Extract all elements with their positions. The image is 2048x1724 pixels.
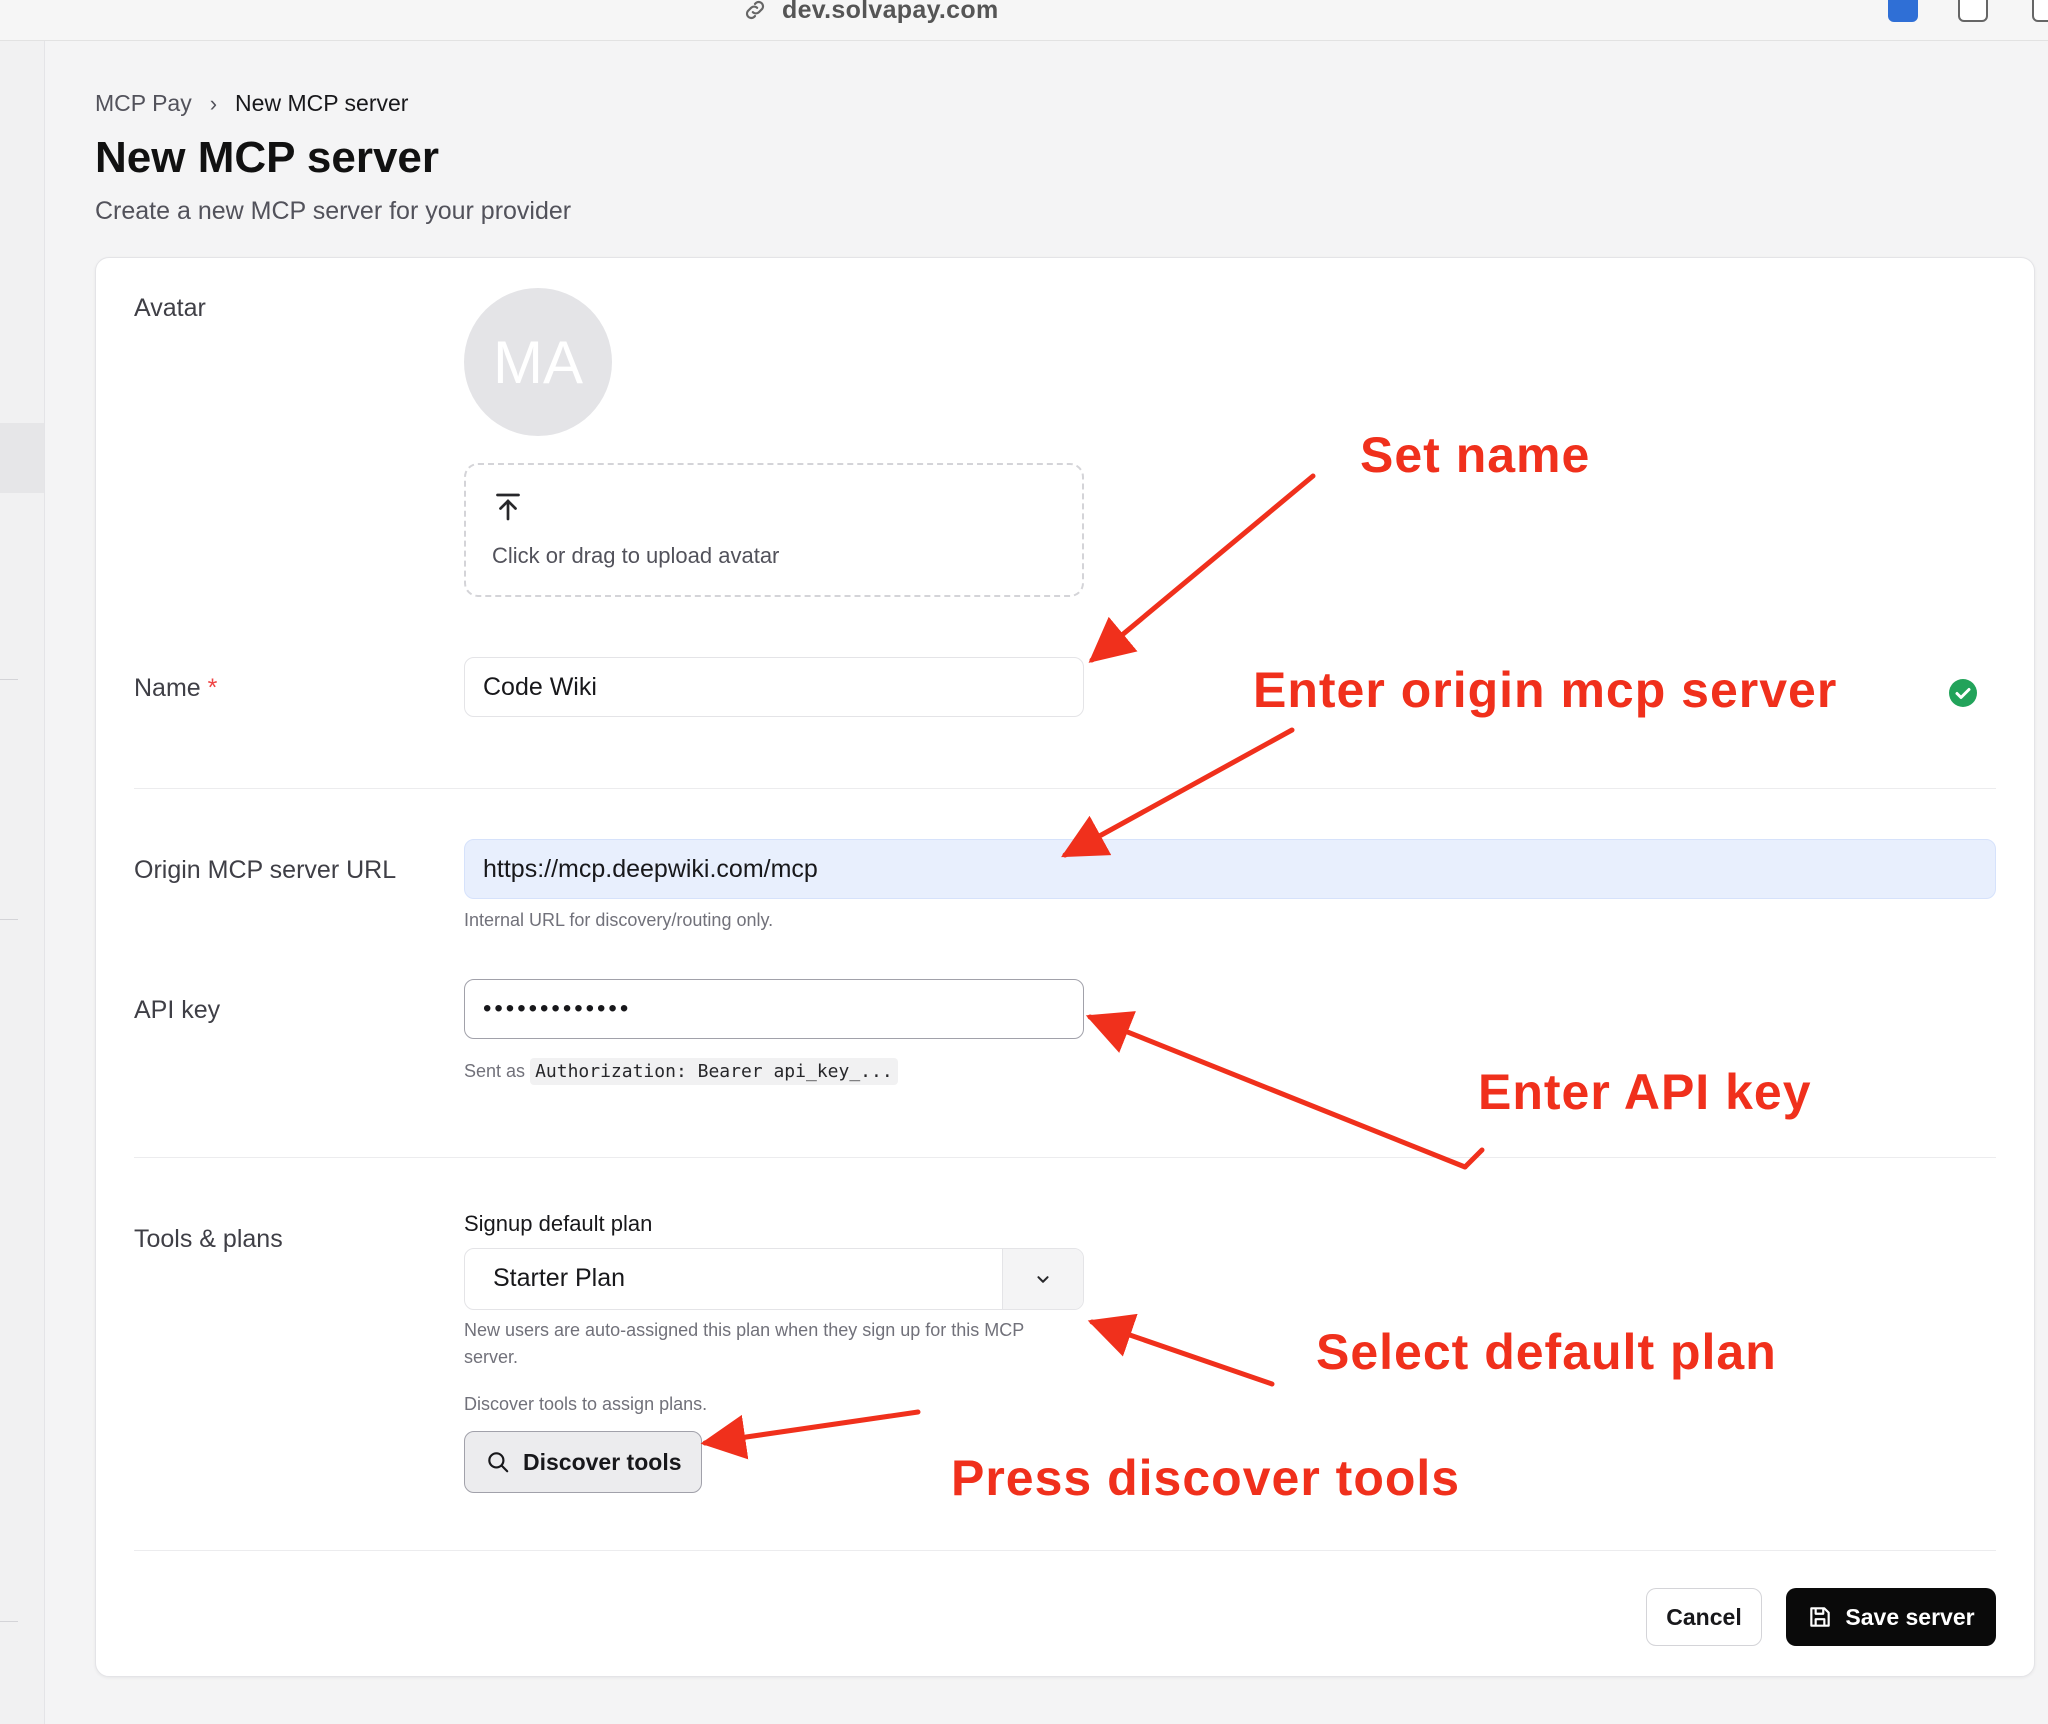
api-key-input[interactable]: ••••••••••••• (464, 979, 1084, 1039)
upload-text: Click or drag to upload avatar (492, 543, 780, 568)
discover-hint: Discover tools to assign plans. (464, 1394, 708, 1414)
required-mark: * (207, 674, 218, 702)
tools-plans-label: Tools & plans (134, 1225, 283, 1253)
breadcrumb-parent[interactable]: MCP Pay (95, 90, 192, 117)
origin-url-input[interactable]: https://mcp.deepwiki.com/mcp (464, 839, 1996, 899)
signup-plan-select[interactable]: Starter Plan (464, 1248, 1084, 1310)
upload-icon (496, 493, 520, 521)
page-title: New MCP server (95, 133, 440, 182)
discover-tools-button[interactable]: Discover tools (464, 1431, 702, 1493)
sidebar-active-item[interactable] (0, 423, 44, 493)
avatar-upload-dropzone[interactable]: Click or drag to upload avatar (464, 463, 1084, 597)
extension-icon[interactable] (1888, 0, 1918, 22)
cancel-label: Cancel (1666, 1603, 1742, 1630)
page-subtitle: Create a new MCP server for your provide… (95, 197, 572, 225)
avatar-initials: MA (493, 328, 583, 396)
section-divider (134, 1157, 1996, 1158)
api-key-hint-code: Authorization: Bearer api_key_... (530, 1058, 898, 1085)
api-key-value: ••••••••••••• (483, 995, 632, 1022)
annotation-enter-origin: Enter origin mcp server (1253, 662, 1838, 718)
address-bar[interactable]: dev.solvapay.com (742, 0, 998, 28)
breadcrumb-current: New MCP server (235, 90, 409, 116)
section-divider (134, 788, 1996, 789)
api-key-hint-prefix: Sent as (464, 1061, 526, 1081)
sidebar-divider (0, 919, 18, 920)
url-text: dev.solvapay.com (782, 0, 999, 24)
signup-plan-hint-cont: server. (464, 1347, 519, 1367)
save-icon (1810, 1607, 1831, 1627)
name-label-text: Name (134, 674, 201, 702)
annotation-press-discover: Press discover tools (951, 1450, 1461, 1506)
valid-check-icon (1949, 679, 1977, 707)
api-key-hint: Sent as Authorization: Bearer api_key_..… (464, 1058, 898, 1085)
browser-toolbar: dev.solvapay.com (0, 0, 2048, 41)
sidebar-divider (0, 679, 18, 680)
link-icon (745, 0, 765, 20)
signup-plan-hint: New users are auto-assigned this plan wh… (464, 1320, 1025, 1340)
annotation-set-name: Set name (1360, 427, 1591, 483)
search-icon (488, 1452, 509, 1473)
sidebar-divider (0, 1621, 18, 1622)
discover-tools-label: Discover tools (523, 1448, 682, 1475)
sidebar-toggle-icon[interactable] (2032, 0, 2048, 22)
origin-url-value: https://mcp.deepwiki.com/mcp (483, 854, 818, 883)
name-label: Name * (134, 674, 217, 703)
origin-url-label: Origin MCP server URL (134, 856, 397, 884)
avatar: MA (464, 288, 612, 436)
avatar-label: Avatar (134, 294, 206, 322)
section-divider (134, 1550, 1996, 1551)
name-input[interactable]: Code Wiki (464, 657, 1084, 717)
signup-plan-value: Starter Plan (493, 1264, 626, 1292)
signup-plan-label: Signup default plan (464, 1211, 653, 1236)
breadcrumb: MCP Pay › New MCP server (95, 90, 408, 117)
name-input-value: Code Wiki (483, 672, 597, 701)
save-label: Save server (1845, 1603, 1975, 1630)
origin-url-hint: Internal URL for discovery/routing only. (464, 910, 774, 930)
save-server-button[interactable]: Save server (1786, 1588, 1996, 1646)
api-key-label: API key (134, 996, 221, 1024)
app-sidebar (0, 41, 45, 1724)
annotation-select-plan: Select default plan (1316, 1324, 1777, 1380)
annotation-enter-api-key: Enter API key (1478, 1064, 1812, 1120)
settings-extension-icon[interactable] (1958, 0, 1988, 22)
cancel-button[interactable]: Cancel (1646, 1588, 1762, 1646)
chevron-right-icon: › (209, 90, 218, 116)
chevron-down-icon[interactable] (1002, 1249, 1083, 1309)
